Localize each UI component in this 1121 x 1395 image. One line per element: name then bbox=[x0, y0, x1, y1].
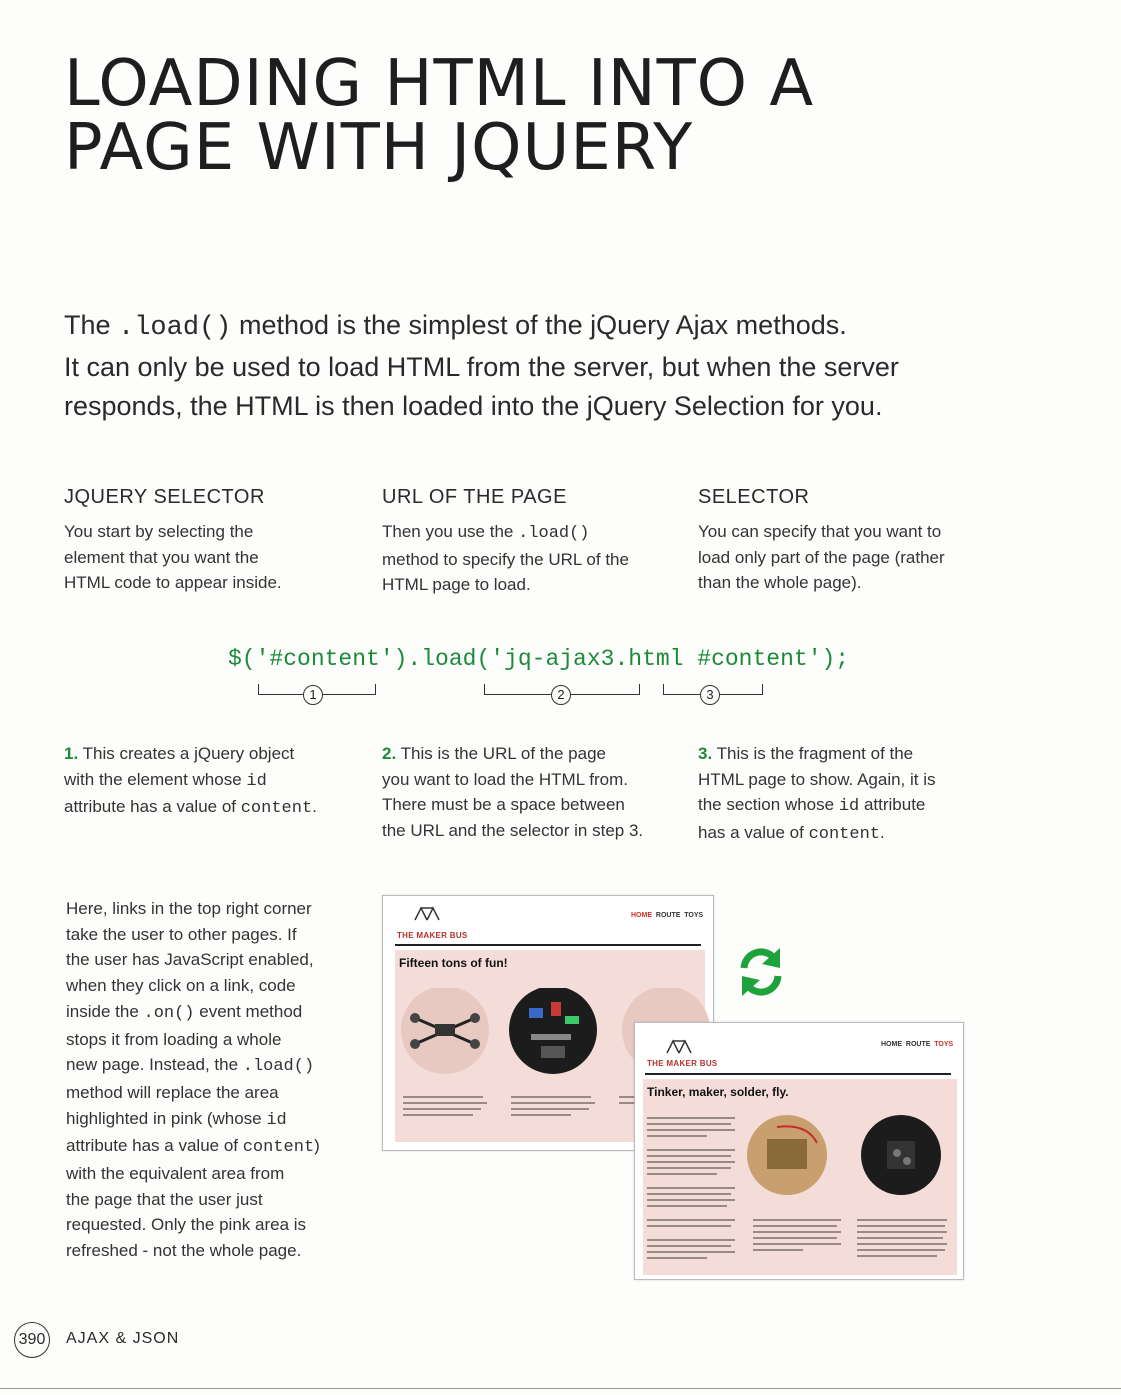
nav-route: ROUTE bbox=[905, 1041, 931, 1048]
intro-line-3: responds, the HTML is then loaded into t… bbox=[64, 391, 883, 421]
column-body: You can specify that you want to load on… bbox=[698, 522, 945, 592]
content-heading: Fifteen tons of fun! bbox=[399, 956, 508, 970]
intro-line-1: The .load() method is the simplest of th… bbox=[64, 310, 847, 343]
screenshot-nav: HOME ROUTE TOYS bbox=[631, 912, 703, 919]
side-explanation: Here, links in the top right corner take… bbox=[66, 899, 320, 1261]
nav-toys: TOYS bbox=[934, 1041, 954, 1048]
column-jquery-selector: JQUERY SELECTOR You start by selecting t… bbox=[64, 486, 354, 596]
logo-text: THE MAKER BUS bbox=[647, 1059, 718, 1068]
bottom-rule bbox=[0, 1388, 1121, 1389]
column-heading: JQUERY SELECTOR bbox=[64, 486, 265, 508]
header-rule bbox=[645, 1073, 951, 1075]
column-url-of-page: URL OF THE PAGE Then you use the .load()… bbox=[382, 486, 672, 598]
photo-circles bbox=[747, 1115, 941, 1195]
refresh-icon bbox=[740, 948, 782, 996]
step-2: 2. This is the URL of the page you want … bbox=[382, 744, 644, 840]
maker-bus-logo-icon bbox=[414, 906, 440, 921]
column-heading: URL OF THE PAGE bbox=[382, 486, 567, 508]
title-line-1: LOADING HTML INTO A bbox=[64, 47, 815, 121]
nav-toys: TOYS bbox=[684, 912, 704, 919]
code-example: $('#content').load('jq-ajax3.html #conte… bbox=[228, 646, 850, 672]
marker-2: 2 bbox=[551, 685, 571, 705]
title-line-2: PAGE WITH JQUERY bbox=[64, 111, 694, 185]
screenshot-nav: HOME ROUTE TOYS bbox=[881, 1041, 953, 1048]
page-title: LOADING HTML INTO A PAGE WITH JQUERY bbox=[64, 52, 964, 180]
screenshot-page-2: THE MAKER BUS HOME ROUTE TOYS Tinker, ma… bbox=[634, 1022, 964, 1280]
nav-route: ROUTE bbox=[655, 912, 681, 919]
column-selector: SELECTOR You can specify that you want t… bbox=[698, 486, 998, 596]
column-body: You start by selecting the element that … bbox=[64, 522, 282, 592]
column-heading: SELECTOR bbox=[698, 486, 810, 508]
intro-line-2: It can only be used to load HTML from th… bbox=[64, 352, 899, 382]
intro-paragraph: The .load() method is the simplest of th… bbox=[64, 306, 964, 426]
header-rule bbox=[395, 944, 701, 946]
intro-code: .load() bbox=[118, 313, 232, 343]
nav-home: HOME bbox=[881, 1041, 902, 1048]
logo-text: THE MAKER BUS bbox=[397, 931, 468, 940]
nav-home: HOME bbox=[631, 912, 652, 919]
step-1: 1. This creates a jQuery object with the… bbox=[64, 744, 317, 818]
marker-1: 1 bbox=[303, 685, 323, 705]
page-number: 390 bbox=[14, 1322, 50, 1358]
column-body: Then you use the .load() method to speci… bbox=[382, 522, 629, 594]
section-label: AJAX & JSON bbox=[66, 1330, 180, 1347]
step-3: 3. This is the fragment of the HTML page… bbox=[698, 744, 936, 844]
marker-3: 3 bbox=[700, 685, 720, 705]
maker-bus-logo-icon bbox=[666, 1039, 692, 1054]
content-heading: Tinker, maker, solder, fly. bbox=[647, 1085, 789, 1099]
